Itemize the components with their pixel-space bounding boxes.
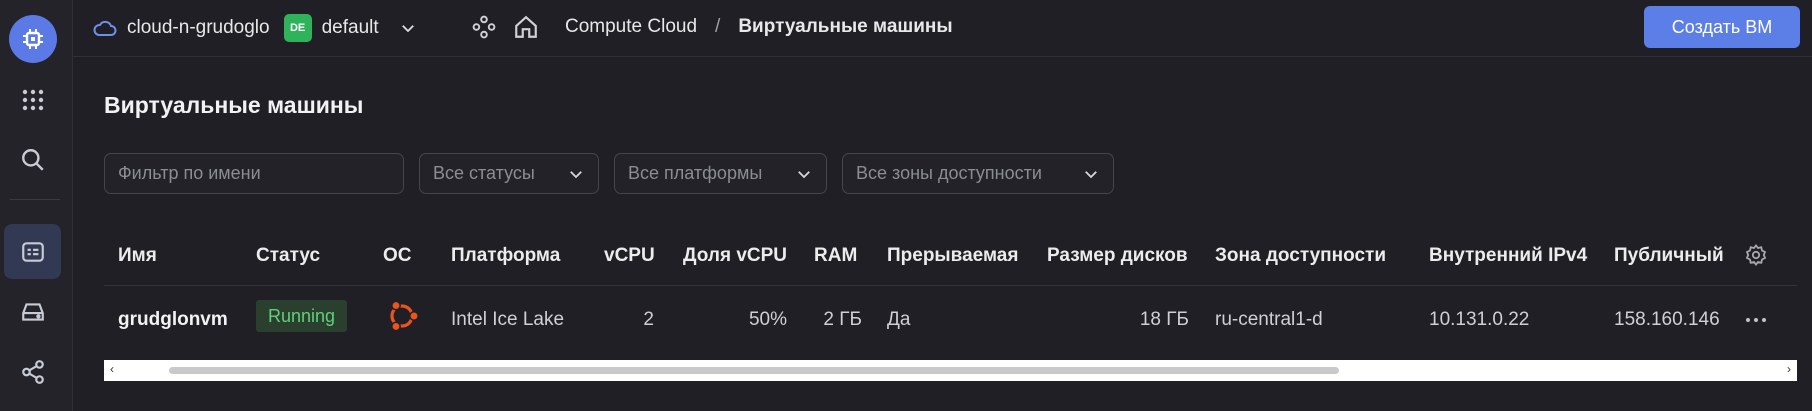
breadcrumb-separator: / xyxy=(715,16,721,37)
vm-disk-size: 18 ГБ xyxy=(1139,309,1189,330)
breadcrumb-compute-cloud[interactable]: Compute Cloud xyxy=(565,14,697,40)
zone-filter-label: Все зоны доступности xyxy=(856,163,1042,183)
vm-name[interactable]: grudglonvm xyxy=(118,309,228,331)
column-header-ram[interactable]: RAM xyxy=(814,245,857,267)
search-icon[interactable] xyxy=(4,132,61,187)
platform-filter-select[interactable]: Все платформы xyxy=(614,153,827,194)
column-header-public-ip[interactable]: Публичный xyxy=(1614,245,1728,267)
page-title: Виртуальные машины xyxy=(104,92,364,118)
cloud-folder-switcher[interactable]: cloud-n-grudoglo DE default xyxy=(93,14,417,42)
vm-platform: Intel Ice Lake xyxy=(451,309,565,330)
compute-logo-icon[interactable] xyxy=(9,15,57,63)
left-rail xyxy=(0,0,73,411)
zone-filter-select[interactable]: Все зоны доступности xyxy=(842,153,1114,194)
cloud-icon xyxy=(93,18,117,38)
vm-vcpu: 2 xyxy=(643,309,654,330)
vm-public-ip: 158.160.146 xyxy=(1614,309,1720,330)
settings-gear-icon[interactable] xyxy=(1744,243,1768,267)
chevron-down-icon xyxy=(1082,165,1100,183)
network-icon[interactable] xyxy=(4,344,61,399)
column-header-internal-ip[interactable]: Внутренний IPv4 xyxy=(1429,245,1587,267)
folder-badge: DE xyxy=(283,14,312,42)
breadcrumb-current: Виртуальные машины xyxy=(738,16,953,37)
column-header-vcpu-share[interactable]: Доля vCPU xyxy=(683,245,787,267)
more-horizontal-icon[interactable] xyxy=(1744,308,1768,337)
vm-preemptible: Да xyxy=(887,309,911,330)
name-filter-input[interactable] xyxy=(118,163,390,184)
vm-ram: 2 ГБ xyxy=(823,309,862,330)
scroll-right-arrow[interactable]: › xyxy=(1787,362,1791,376)
apps-grid-icon[interactable] xyxy=(4,72,61,127)
scroll-thumb[interactable] xyxy=(169,367,1339,374)
chevron-down-icon[interactable] xyxy=(399,19,417,37)
column-header-zone[interactable]: Зона доступности xyxy=(1215,245,1386,267)
storage-icon[interactable] xyxy=(4,284,61,339)
name-filter-field[interactable] xyxy=(104,153,404,194)
column-header-name[interactable]: Имя xyxy=(118,245,157,267)
status-filter-select[interactable]: Все статусы xyxy=(419,153,599,194)
top-bar: cloud-n-grudoglo DE default Compute Clou… xyxy=(73,0,1812,57)
column-header-status[interactable]: Статус xyxy=(256,245,320,267)
breadcrumb: Compute Cloud / Виртуальные машины xyxy=(565,14,953,40)
folder-name[interactable]: default xyxy=(322,17,379,39)
column-header-platform[interactable]: Платформа xyxy=(451,245,560,267)
status-filter-label: Все статусы xyxy=(433,163,535,183)
cloud-name[interactable]: cloud-n-grudoglo xyxy=(127,17,270,39)
vm-zone: ru-central1-d xyxy=(1215,309,1323,330)
platform-filter-label: Все платформы xyxy=(628,163,763,183)
services-icon[interactable] xyxy=(471,14,497,40)
create-vm-button[interactable]: Создать ВМ xyxy=(1644,6,1800,48)
column-header-os[interactable]: ОС xyxy=(383,245,412,267)
table-row[interactable]: grudglonvm Running Intel Ice Lake 2 50% … xyxy=(104,296,1797,346)
chevron-down-icon xyxy=(795,165,813,183)
home-icon[interactable] xyxy=(513,14,539,40)
top-icons xyxy=(471,14,539,40)
column-header-preemptible[interactable]: Прерываемая xyxy=(887,245,1018,267)
ubuntu-icon xyxy=(384,298,420,339)
vm-vcpu-share: 50% xyxy=(748,309,787,330)
status-badge: Running xyxy=(256,300,348,332)
column-header-vcpu[interactable]: vCPU xyxy=(604,245,655,267)
column-header-disk-size[interactable]: Размер дисков xyxy=(1047,245,1188,267)
horizontal-scrollbar[interactable]: ‹ › xyxy=(104,360,1797,381)
resources-icon[interactable] xyxy=(4,224,61,279)
rail-divider xyxy=(10,199,60,200)
vm-internal-ip: 10.131.0.22 xyxy=(1429,309,1530,330)
chevron-down-icon xyxy=(567,165,585,183)
scroll-left-arrow[interactable]: ‹ xyxy=(110,362,114,376)
table-header: Имя Статус ОС Платформа vCPU Доля vCPU R… xyxy=(104,237,1797,286)
